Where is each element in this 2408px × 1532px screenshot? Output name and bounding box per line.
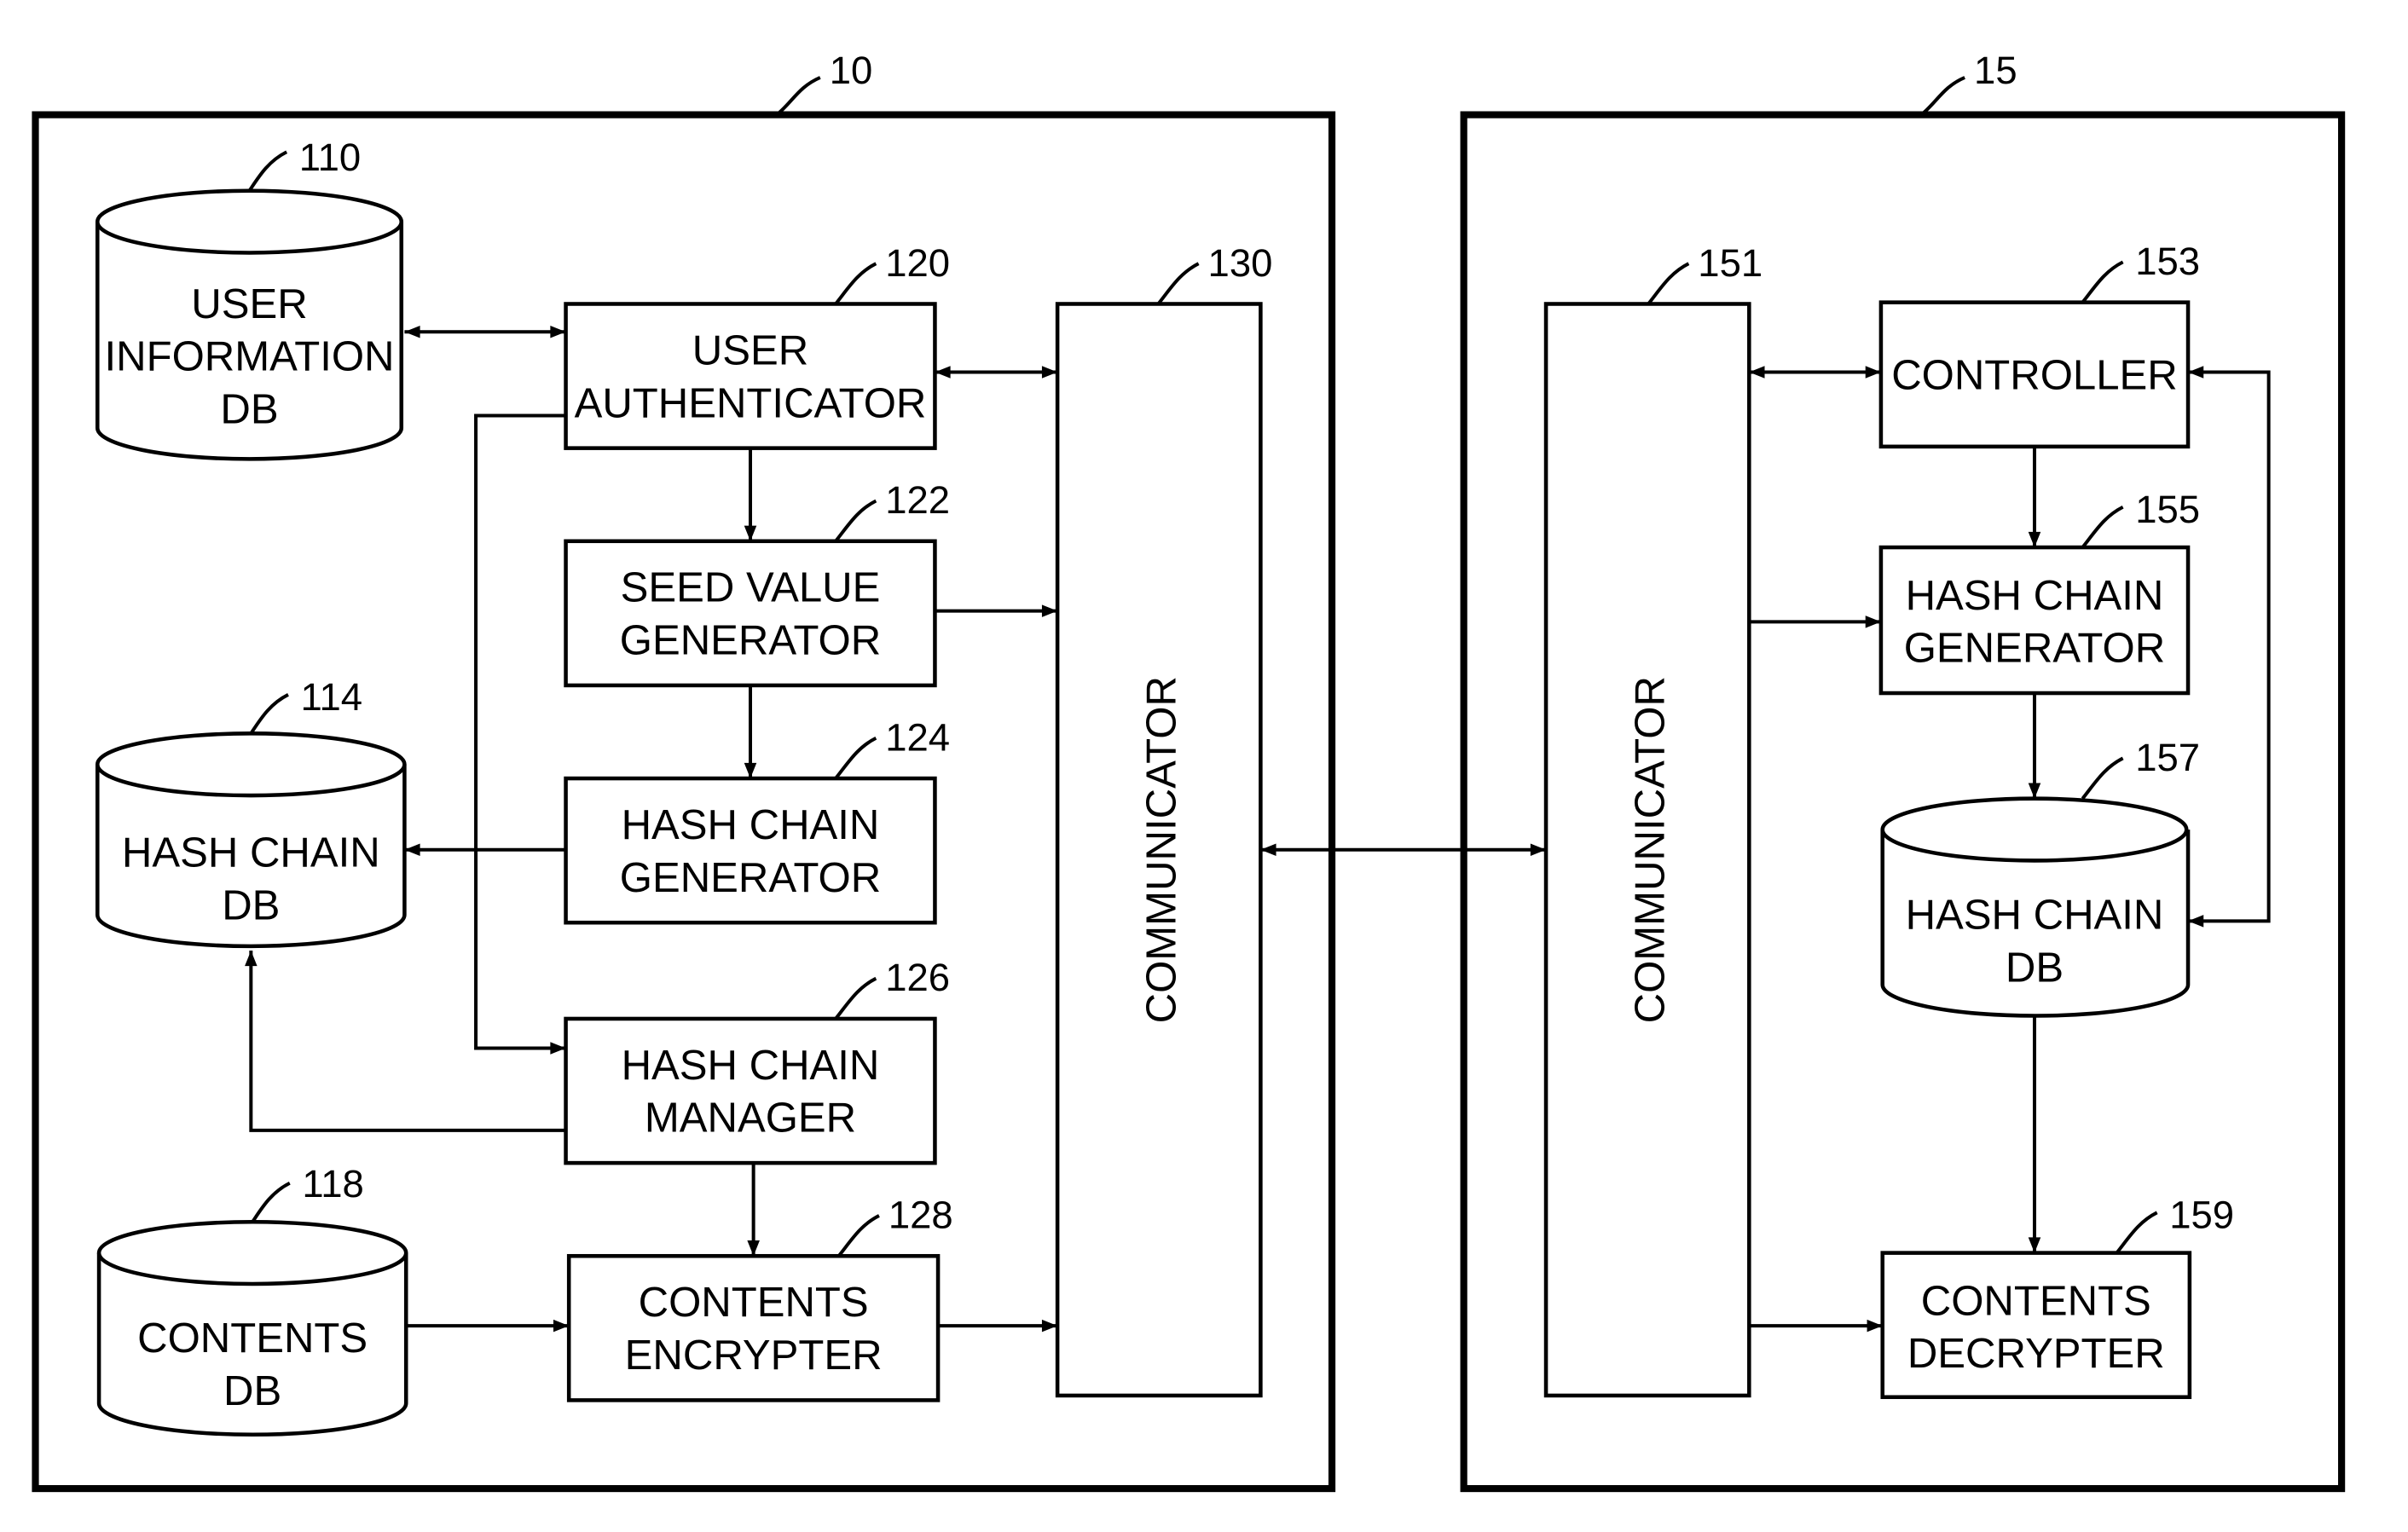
leader-line — [249, 693, 289, 735]
ref-10: 10 — [830, 49, 873, 92]
arrow-controller-hashdb — [2188, 366, 2271, 928]
leader-line — [834, 499, 877, 543]
arrow-manager-hashdb — [245, 950, 566, 1132]
svg-text:USER: USER — [692, 327, 808, 373]
leader-line — [837, 1214, 880, 1257]
svg-text:DB: DB — [220, 387, 278, 433]
svg-text:CONTENTS: CONTENTS — [1921, 1278, 2151, 1324]
ref-128: 128 — [889, 1194, 953, 1237]
leader-line — [2081, 260, 2124, 304]
leader-line — [834, 736, 877, 780]
leader-line — [2115, 1211, 2158, 1254]
ref-122: 122 — [885, 478, 950, 522]
ref-157: 157 — [2135, 736, 2200, 779]
svg-text:HASH CHAIN: HASH CHAIN — [122, 830, 380, 876]
communicator-client: COMMUNICATOR — [1543, 302, 1751, 1398]
contents-db: CONTENTS DB — [96, 1219, 408, 1437]
svg-text:ENCRYPTER: ENCRYPTER — [625, 1333, 883, 1379]
svg-text:CONTENTS: CONTENTS — [639, 1280, 869, 1326]
arrow-authenticator-manager — [474, 413, 566, 1055]
ref-114: 114 — [301, 675, 363, 719]
ref-120: 120 — [885, 241, 950, 285]
svg-text:COMMUNICATOR: COMMUNICATOR — [1138, 676, 1184, 1023]
user-information-db: USER INFORMATION DB — [95, 188, 404, 461]
leader-line — [834, 976, 877, 1020]
svg-text:CONTENTS: CONTENTS — [137, 1315, 368, 1361]
hash-chain-db-server: HASH CHAIN DB — [95, 731, 407, 949]
svg-text:HASH CHAIN: HASH CHAIN — [1906, 892, 2164, 938]
ref-159: 159 — [2169, 1194, 2234, 1237]
svg-text:DB: DB — [223, 1368, 281, 1414]
communicator-server: COMMUNICATOR — [1055, 302, 1263, 1398]
svg-text:DB: DB — [222, 883, 280, 929]
svg-text:SEED VALUE: SEED VALUE — [621, 565, 881, 611]
hash-chain-generator-server: HASH CHAIN GENERATOR — [564, 776, 937, 925]
svg-text:INFORMATION: INFORMATION — [105, 334, 395, 380]
hash-chain-db-client: HASH CHAIN DB — [1880, 796, 2191, 1018]
ref-124: 124 — [885, 715, 950, 759]
seed-value-generator: SEED VALUE GENERATOR — [564, 539, 937, 688]
ref-155: 155 — [2135, 488, 2200, 531]
block-diagram: 10 USER INFORMATION DB 110 USER AUTHENTI… — [32, 49, 2346, 1493]
controller: CONTROLLER — [1878, 300, 2191, 449]
ref-15: 15 — [1974, 49, 2017, 92]
contents-encrypter: CONTENTS ENCRYPTER — [566, 1253, 941, 1402]
leader-line — [251, 1181, 291, 1223]
ref-110: 110 — [299, 136, 362, 179]
leader-line — [1156, 262, 1200, 305]
svg-text:HASH CHAIN: HASH CHAIN — [1906, 573, 2164, 619]
ref-151: 151 — [1698, 241, 1763, 285]
ref-126: 126 — [885, 956, 950, 999]
ref-153: 153 — [2135, 240, 2200, 283]
svg-text:DECRYPTER: DECRYPTER — [1907, 1331, 2165, 1377]
leader-line — [247, 150, 288, 192]
leader-line — [1647, 262, 1690, 305]
hash-chain-manager: HASH CHAIN MANAGER — [564, 1016, 937, 1165]
user-authenticator: USER AUTHENTICATOR — [564, 302, 937, 450]
svg-text:GENERATOR: GENERATOR — [620, 618, 881, 664]
svg-text:CONTROLLER: CONTROLLER — [1891, 353, 2178, 399]
svg-text:AUTHENTICATOR: AUTHENTICATOR — [575, 380, 927, 426]
leader-line — [2081, 756, 2124, 800]
svg-text:DB: DB — [2006, 945, 2064, 991]
contents-decrypter: CONTENTS DECRYPTER — [1880, 1251, 2192, 1400]
leader-line — [2081, 505, 2124, 549]
svg-text:GENERATOR: GENERATOR — [1904, 626, 2165, 672]
svg-text:MANAGER: MANAGER — [645, 1096, 856, 1142]
leader-line — [775, 76, 821, 117]
ref-130: 130 — [1208, 241, 1273, 285]
svg-text:USER: USER — [191, 281, 307, 327]
svg-text:HASH CHAIN: HASH CHAIN — [622, 802, 880, 848]
leader-line — [834, 262, 877, 305]
svg-text:COMMUNICATOR: COMMUNICATOR — [1627, 676, 1673, 1023]
leader-line — [1919, 76, 1965, 117]
hash-chain-generator-client: HASH CHAIN GENERATOR — [1878, 545, 2191, 696]
svg-text:GENERATOR: GENERATOR — [620, 855, 881, 901]
svg-text:HASH CHAIN: HASH CHAIN — [622, 1043, 880, 1089]
ref-118: 118 — [302, 1162, 364, 1205]
